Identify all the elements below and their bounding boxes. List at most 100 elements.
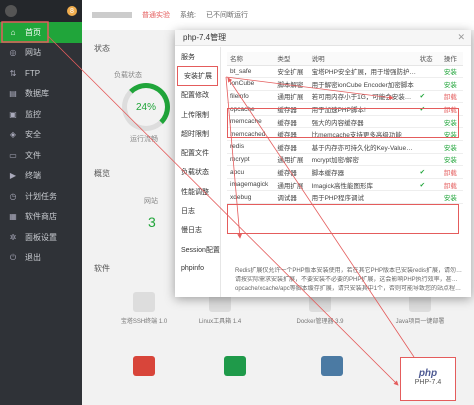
sidebar-item-8[interactable]: ◷ 计划任务 xyxy=(0,186,82,207)
extension-name: opcache xyxy=(227,102,275,116)
sidebar-item-11[interactable]: ⏻ 退出 xyxy=(0,248,82,269)
sidebar-header: 8 xyxy=(0,0,82,22)
load-gauge-caption: 运行流畅 xyxy=(130,136,158,143)
sidebar-item-4[interactable]: ▣ 监控 xyxy=(0,104,82,125)
extension-action[interactable]: 卸载 xyxy=(440,178,463,192)
sidebar-item-5[interactable]: ◈ 安全 xyxy=(0,125,82,146)
software-tile-redis[interactable] xyxy=(104,356,184,396)
extension-desc: 脚本缓存器 xyxy=(308,165,417,179)
sidebar-item-6[interactable]: ▭ 文件 xyxy=(0,145,82,166)
note-item: 请按实际需求安装扩展，不要安装不必要的PHP扩展，这会影响PHP执行效率，甚至出… xyxy=(235,276,463,285)
dialog-nav-item[interactable]: 超时限制 xyxy=(175,124,220,143)
dialog-nav-item[interactable]: 上传限制 xyxy=(175,105,220,124)
table-row: xdebug 调试器 用于PHP程序调试 安装 xyxy=(227,190,463,205)
dialog-nav: 服务 安装扩展 配置修改 上传限制 超时限制 配置文件 负载状态 性能调整 日志 慢日志 Sessi… xyxy=(175,47,221,297)
dialog-nav-item[interactable]: 负载状态 xyxy=(175,163,220,182)
sidebar-item-0[interactable]: ⌂ 首页 xyxy=(0,22,82,43)
extension-desc: 比memcache支持更多高级功能 xyxy=(308,127,417,142)
extension-action[interactable]: 安装 xyxy=(440,140,463,154)
status-tag[interactable]: 普通实验 xyxy=(142,10,170,20)
extension-desc: 若可用内存小于1G，可能会安装不上 xyxy=(308,90,417,104)
sidebar-item-1[interactable]: ◎ 网站 xyxy=(0,43,82,64)
extension-type: 缓存器 xyxy=(274,140,309,154)
extension-desc: 强大的内容缓存器 xyxy=(308,115,417,129)
extension-action[interactable]: 安装 xyxy=(440,127,463,142)
software-tile-mysql[interactable] xyxy=(292,356,372,396)
extension-type: 缓存器 xyxy=(274,102,309,116)
load-gauge[interactable]: 24% xyxy=(122,83,170,131)
extensions-panel: 名称 类型 说明 状态 操作 bt_safe 安全扩展 宝塔PHP安全扩展，用于增强防护能力… xyxy=(227,52,463,289)
software-tile-docker[interactable]: Docker管理器 3.9 xyxy=(280,292,360,332)
sidebar-item-7[interactable]: ▶ 终端 xyxy=(0,166,82,187)
table-row: opcache 缓存器 用于加速PHP脚本! ✔ 卸载 xyxy=(227,102,463,116)
sidebar-item-label: FTP xyxy=(25,68,41,78)
php-software-tile[interactable]: php PHP-7.4 xyxy=(400,357,456,401)
dialog-title: php-7.4管理 xyxy=(183,33,227,42)
extension-action[interactable]: 安装 xyxy=(440,190,463,205)
redis-icon xyxy=(133,356,155,376)
software-tile-java[interactable]: Java项目一键部署 xyxy=(380,292,460,332)
extension-action[interactable]: 安装 xyxy=(440,77,463,91)
extension-desc: 宝塔PHP安全扩展，用于增强防护能力 xyxy=(308,65,417,79)
software-tile-nginx[interactable] xyxy=(195,356,275,396)
extension-status xyxy=(416,140,441,154)
extension-name: redis xyxy=(227,140,275,154)
extension-status xyxy=(416,115,441,129)
clock-icon: ◷ xyxy=(9,191,17,201)
column-header: 说明 xyxy=(308,52,417,66)
dialog-nav-item[interactable]: Session配置 xyxy=(175,240,220,259)
site-count[interactable]: 3 xyxy=(148,214,156,230)
home-icon: ⌂ xyxy=(10,27,16,37)
software-tile-label: Java项目一键部署 xyxy=(395,319,445,325)
sidebar-item-3[interactable]: ▤ 数据库 xyxy=(0,84,82,105)
dialog-nav-item[interactable]: 服务 xyxy=(175,47,220,66)
extension-status xyxy=(416,153,441,167)
sidebar-item-label: 计划任务 xyxy=(25,191,57,201)
software-tile-linux[interactable]: Linux工具箱 1.4 xyxy=(180,292,260,332)
software-tile-label: Linux工具箱 1.4 xyxy=(198,319,242,325)
extension-type: 通用扩展 xyxy=(274,153,309,167)
sidebar-item-9[interactable]: ▦ 软件商店 xyxy=(0,207,82,228)
table-body: bt_safe 安全扩展 宝塔PHP安全扩展，用于增强防护能力 安装 ionCube 脚本… xyxy=(227,65,463,205)
sidebar-item-label: 面板设置 xyxy=(25,232,57,242)
software-section-title: 软件 xyxy=(94,264,110,273)
dialog-nav-item[interactable]: phpinfo xyxy=(175,259,220,278)
gear-icon: ✲ xyxy=(9,232,17,242)
extension-type: 安全扩展 xyxy=(274,65,309,79)
extension-name: apcu xyxy=(227,165,275,179)
extension-desc: Imagick高性能图形库 xyxy=(308,178,417,192)
dialog-nav-item[interactable]: 安装扩展 xyxy=(177,66,218,86)
extension-type: 缓存器 xyxy=(274,127,309,142)
dialog-nav-item[interactable]: 慢日志 xyxy=(175,221,220,240)
software-tile-ssh[interactable]: 宝塔SSH终端 1.0 xyxy=(104,292,184,332)
dialog-nav-item[interactable]: 配置文件 xyxy=(175,143,220,162)
sidebar-item-label: 文件 xyxy=(25,150,41,160)
extension-action[interactable]: 安装 xyxy=(440,153,463,167)
extension-type: 缓存器 xyxy=(274,165,309,179)
terminal-icon xyxy=(133,292,155,312)
sidebar-item-10[interactable]: ✲ 面板设置 xyxy=(0,227,82,248)
extension-status xyxy=(416,65,441,79)
extension-name: fileinfo xyxy=(227,90,275,104)
extension-action[interactable]: 安装 xyxy=(440,115,463,129)
dialog-header: php-7.4管理 ✕ xyxy=(175,30,471,46)
table-row: mcrypt 通用扩展 mcrypt加密/解密 安装 xyxy=(227,153,463,167)
dialog-nav-item[interactable]: 配置修改 xyxy=(175,86,220,105)
top-info-bar: 普通实验 系统: 已不间断运行 xyxy=(82,0,474,30)
table-row: fileinfo 通用扩展 若可用内存小于1G，可能会安装不上 ✔ 卸载 xyxy=(227,90,463,104)
dialog-nav-item[interactable]: 日志 xyxy=(175,201,220,220)
sidebar-item-2[interactable]: ⇅ FTP xyxy=(0,63,82,84)
dialog-nav-item[interactable]: 性能调整 xyxy=(175,182,220,201)
extension-action[interactable]: 卸载 xyxy=(440,165,463,179)
sidebar-item-label: 监控 xyxy=(25,109,41,119)
close-icon[interactable]: ✕ xyxy=(457,32,465,43)
extension-action[interactable]: 卸载 xyxy=(440,90,463,104)
extension-type: 脚本解密 xyxy=(274,77,309,91)
extension-action[interactable]: 卸载 xyxy=(440,102,463,116)
notification-badge[interactable]: 8 xyxy=(67,6,77,16)
extension-name: memcache xyxy=(227,115,275,129)
extension-desc: 用于PHP程序调试 xyxy=(308,190,417,205)
extension-action[interactable]: 安装 xyxy=(440,65,463,79)
sidebar-item-label: 网站 xyxy=(25,48,41,58)
extension-name: ionCube xyxy=(227,77,275,91)
